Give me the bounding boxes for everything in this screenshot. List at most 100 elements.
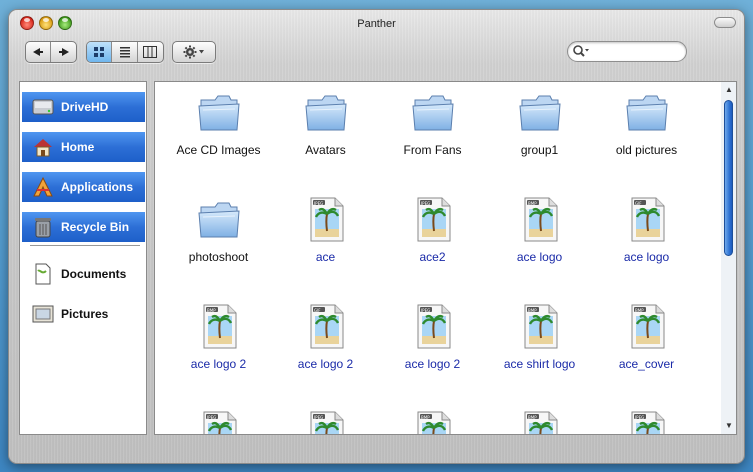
item-name: ace2 xyxy=(419,250,446,264)
image-file-icon: GIF xyxy=(272,302,379,350)
view-button-group xyxy=(86,41,164,63)
folder-icon xyxy=(165,88,272,136)
file-type-badge: BMP xyxy=(635,308,644,313)
folder-item[interactable]: Avatars xyxy=(272,88,379,157)
image-file-icon: GIF xyxy=(593,195,700,243)
window-title: Panther xyxy=(357,18,396,30)
file-item[interactable]: JPEG xyxy=(165,409,272,434)
image-file-icon: BMP xyxy=(165,302,272,350)
sidebar-item-label: Applications xyxy=(61,180,134,194)
icon-view-button[interactable] xyxy=(87,42,113,62)
sidebar: DriveHD Home Applications Recycle Bin Do… xyxy=(19,81,147,435)
file-type-badge: BMP xyxy=(528,308,537,313)
sidebar-item-home[interactable]: Home xyxy=(22,132,145,162)
file-type-badge: BMP xyxy=(207,308,216,313)
folder-item[interactable]: From Fans xyxy=(379,88,486,157)
applications-icon xyxy=(31,175,55,199)
image-file-icon: BMP xyxy=(486,302,593,350)
sidebar-item-applications[interactable]: Applications xyxy=(22,172,145,202)
item-name: ace logo 2 xyxy=(297,357,354,371)
image-file-icon: JPEG xyxy=(272,195,379,243)
scroll-thumb[interactable] xyxy=(724,100,733,256)
file-item[interactable]: BMP ace shirt logo xyxy=(486,302,593,371)
file-item[interactable]: JPEG xyxy=(272,409,379,434)
vertical-scrollbar[interactable]: ▲ ▼ xyxy=(721,81,737,435)
file-item[interactable]: JPEG xyxy=(593,409,700,434)
sidebar-item-label: Pictures xyxy=(61,307,109,321)
image-file-icon: BMP xyxy=(593,302,700,350)
icon-view-icon xyxy=(94,47,105,57)
document-icon xyxy=(31,262,55,286)
file-item[interactable]: BMP ace logo xyxy=(486,195,593,264)
toolbar xyxy=(9,36,744,76)
file-item[interactable]: JPEG ace xyxy=(272,195,379,264)
item-name: Ace CD Images xyxy=(176,143,261,157)
sidebar-item-recycle-bin[interactable]: Recycle Bin xyxy=(22,212,145,242)
title-bar[interactable]: Panther xyxy=(9,10,744,36)
hard-drive-icon xyxy=(31,95,55,119)
folder-item[interactable]: old pictures xyxy=(593,88,700,157)
folder-item[interactable]: Ace CD Images xyxy=(165,88,272,157)
image-file-icon: BMP xyxy=(486,409,593,434)
back-arrow-icon xyxy=(33,48,43,56)
item-name: group1 xyxy=(520,143,559,157)
item-name: old pictures xyxy=(615,143,678,157)
item-name: ace_cover xyxy=(618,357,675,371)
file-type-badge: JPEG xyxy=(635,415,645,420)
sidebar-item-documents[interactable]: Documents xyxy=(22,259,145,289)
sidebar-item-label: DriveHD xyxy=(61,100,109,114)
trash-icon xyxy=(31,215,55,239)
search-input[interactable] xyxy=(590,44,680,59)
folder-item[interactable]: group1 xyxy=(486,88,593,157)
list-view-button[interactable] xyxy=(112,42,138,62)
item-name: photoshoot xyxy=(188,250,249,264)
sidebar-item-pictures[interactable]: Pictures xyxy=(22,299,145,329)
scroll-up-arrow-icon[interactable]: ▲ xyxy=(724,85,734,95)
list-view-icon xyxy=(119,47,130,58)
back-button[interactable] xyxy=(26,42,52,62)
sidebar-item-label: Documents xyxy=(61,267,127,281)
toolbar-toggle-button[interactable] xyxy=(714,17,736,28)
forward-arrow-icon xyxy=(58,48,69,56)
file-item[interactable]: GIF ace logo 2 xyxy=(272,302,379,371)
file-type-badge: BMP xyxy=(528,201,537,206)
file-item[interactable]: JPEG ace2 xyxy=(379,195,486,264)
file-type-badge: BMP xyxy=(528,415,537,420)
item-name: ace logo xyxy=(623,250,670,264)
home-icon xyxy=(31,135,55,159)
action-menu-segment[interactable] xyxy=(173,42,215,62)
file-type-badge: JPEG xyxy=(314,201,324,206)
file-type-badge: GIF xyxy=(635,201,642,206)
sidebar-divider xyxy=(30,245,140,246)
search-field[interactable] xyxy=(567,41,687,62)
item-name: ace logo xyxy=(516,250,563,264)
image-file-icon: BMP xyxy=(486,195,593,243)
nav-button-group xyxy=(25,41,77,63)
finder-window: Panther DriveHD Home Applications Recycl… xyxy=(8,9,745,464)
item-name: ace logo 2 xyxy=(404,357,461,371)
folder-item[interactable]: photoshoot xyxy=(165,195,272,264)
file-item[interactable]: BMP ace logo 2 xyxy=(165,302,272,371)
search-icon xyxy=(573,45,589,57)
action-menu-button[interactable] xyxy=(172,41,216,63)
folder-icon xyxy=(379,88,486,136)
sidebar-item-label: Home xyxy=(61,140,95,154)
file-item[interactable]: BMP ace_cover xyxy=(593,302,700,371)
file-type-badge: BMP xyxy=(421,415,430,420)
scroll-down-arrow-icon[interactable]: ▼ xyxy=(724,421,734,431)
forward-button[interactable] xyxy=(51,42,76,62)
gear-icon xyxy=(183,45,204,59)
file-item[interactable]: BMP xyxy=(379,409,486,434)
folder-icon xyxy=(593,88,700,136)
image-file-icon: JPEG xyxy=(593,409,700,434)
sidebar-item-drivehd[interactable]: DriveHD xyxy=(22,92,145,122)
item-name: ace shirt logo xyxy=(503,357,576,371)
item-name: Avatars xyxy=(305,143,346,157)
file-type-badge: JPEG xyxy=(207,415,217,420)
image-file-icon: BMP xyxy=(379,409,486,434)
column-view-button[interactable] xyxy=(138,42,163,62)
file-item[interactable]: JPEG ace logo 2 xyxy=(379,302,486,371)
file-type-badge: JPEG xyxy=(421,308,431,313)
file-item[interactable]: BMP xyxy=(486,409,593,434)
file-item[interactable]: GIF ace logo xyxy=(593,195,700,264)
